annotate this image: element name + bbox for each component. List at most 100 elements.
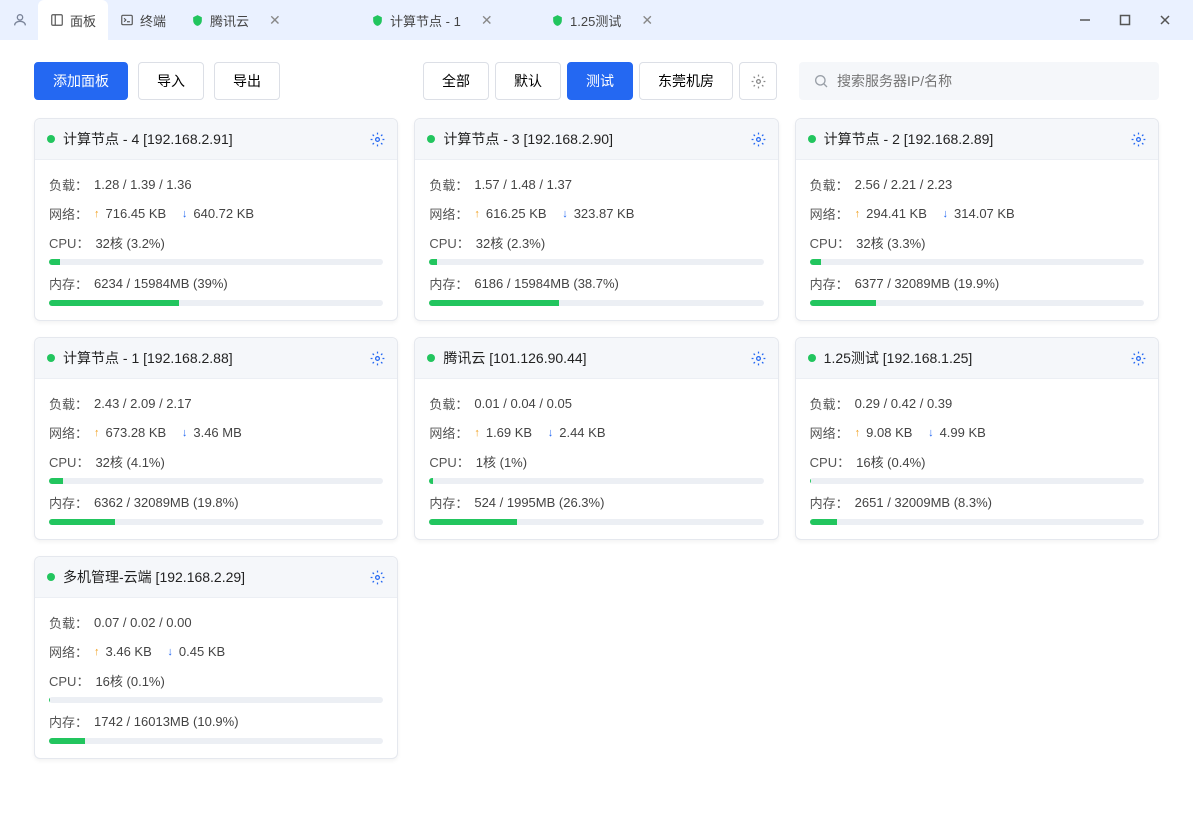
net-up: 673.28 KB — [106, 425, 167, 440]
close-button[interactable] — [1157, 12, 1173, 28]
server-card[interactable]: 计算节点 - 3 [192.168.2.90]负载：1.57 / 1.48 / … — [414, 118, 778, 321]
gear-icon[interactable] — [1131, 132, 1146, 147]
export-button[interactable]: 导出 — [214, 62, 280, 100]
filter-dongguan[interactable]: 东莞机房 — [639, 62, 733, 100]
server-grid: 计算节点 - 4 [192.168.2.91] 负载：1.28 / 1.39 / … — [0, 118, 1193, 793]
terminal-icon — [120, 13, 134, 27]
cpu-value: 32核 (3.3%) — [856, 233, 925, 252]
user-icon[interactable] — [12, 12, 28, 28]
gear-icon[interactable] — [751, 351, 766, 366]
arrow-up-icon: ↑ — [94, 208, 100, 220]
mem-row: 内存：6377 / 32089MB (19.9%) — [810, 269, 1144, 298]
tab-1[interactable]: 终端 — [108, 0, 178, 40]
server-card[interactable]: 计算节点 - 2 [192.168.2.89]负载：2.56 / 2.21 / … — [795, 118, 1159, 321]
server-name: 1.25测试 [192.168.1.25] — [824, 348, 1123, 368]
load-value: 1.57 / 1.48 / 1.37 — [474, 177, 572, 192]
arrow-up-icon: ↑ — [94, 646, 100, 658]
close-icon[interactable]: ✕ — [641, 13, 653, 27]
search-icon — [813, 73, 829, 89]
load-row: 负载：2.43 / 2.09 / 2.17 — [49, 389, 383, 418]
load-value: 2.43 / 2.09 / 2.17 — [94, 396, 192, 411]
cpu-value: 32核 (3.2%) — [95, 233, 164, 252]
cpu-row: CPU：16核 (0.4%) — [810, 447, 1144, 476]
cpu-bar — [49, 697, 383, 703]
net-row: 网络： ↑ 294.41 KB ↓ 314.07 KB — [810, 199, 1144, 228]
net-down: 0.45 KB — [179, 644, 225, 659]
cpu-value: 16核 (0.1%) — [95, 671, 164, 690]
mem-bar — [810, 300, 1144, 306]
server-name: 计算节点 - 4 [192.168.2.91] — [63, 129, 362, 149]
cpu-row: CPU：16核 (0.1%) — [49, 666, 383, 695]
card-body: 负载：0.01 / 0.04 / 0.05网络： ↑ 1.69 KB ↓ 2.4… — [415, 379, 777, 539]
status-dot — [427, 354, 435, 362]
mem-value: 6377 / 32089MB (19.9%) — [855, 276, 1000, 291]
arrow-down-icon: ↓ — [928, 427, 934, 439]
net-down: 323.87 KB — [574, 206, 635, 221]
filter-default[interactable]: 默认 — [495, 62, 561, 100]
import-button[interactable]: 导入 — [138, 62, 204, 100]
card-header: 计算节点 - 1 [192.168.2.88] — [35, 338, 397, 379]
mem-bar — [429, 519, 763, 525]
mem-value: 6234 / 15984MB (39%) — [94, 276, 228, 291]
maximize-button[interactable] — [1117, 12, 1133, 28]
gear-icon[interactable] — [370, 132, 385, 147]
net-up: 9.08 KB — [866, 425, 912, 440]
server-card[interactable]: 多机管理-云端 [192.168.2.29]负载：0.07 / 0.02 / 0… — [34, 556, 398, 759]
arrow-up-icon: ↑ — [474, 427, 480, 439]
filter-group: 全部 默认 测试 东莞机房 — [423, 62, 777, 100]
net-row: 网络： ↑ 3.46 KB ↓ 0.45 KB — [49, 637, 383, 666]
tab-0[interactable]: 面板 — [38, 0, 108, 40]
panel-icon — [50, 13, 64, 27]
load-row: 负载：1.28 / 1.39 / 1.36 — [49, 170, 383, 199]
tab-4[interactable]: 1.25测试 ✕ — [538, 0, 718, 40]
cpu-row: CPU：1核 (1%) — [429, 447, 763, 476]
search-input[interactable] — [837, 73, 1145, 89]
arrow-down-icon: ↓ — [182, 208, 188, 220]
gear-icon[interactable] — [370, 570, 385, 585]
settings-button[interactable] — [739, 62, 777, 100]
load-value: 0.29 / 0.42 / 0.39 — [855, 396, 953, 411]
search-box[interactable] — [799, 62, 1159, 100]
card-header: 多机管理-云端 [192.168.2.29] — [35, 557, 397, 598]
card-header: 计算节点 - 2 [192.168.2.89] — [796, 119, 1158, 160]
load-value: 1.28 / 1.39 / 1.36 — [94, 177, 192, 192]
cpu-row: CPU：32核 (4.1%) — [49, 447, 383, 476]
server-card[interactable]: 计算节点 - 4 [192.168.2.91] 负载：1.28 / 1.39 / … — [34, 118, 398, 321]
card-body: 负载：1.57 / 1.48 / 1.37网络： ↑ 616.25 KB ↓ 3… — [415, 160, 777, 320]
tab-label: 1.25测试 — [570, 11, 621, 30]
mem-value: 6362 / 32089MB (19.8%) — [94, 495, 239, 510]
server-card[interactable]: 腾讯云 [101.126.90.44] 负载：0.01 / 0.04 / 0.05… — [414, 337, 778, 540]
cpu-row: CPU：32核 (2.3%) — [429, 228, 763, 257]
tab-2[interactable]: 腾讯云✕ — [178, 0, 358, 40]
net-up: 3.46 KB — [106, 644, 152, 659]
close-icon[interactable]: ✕ — [481, 13, 493, 27]
card-header: 计算节点 - 4 [192.168.2.91] — [35, 119, 397, 160]
net-row: 网络： ↑ 616.25 KB ↓ 323.87 KB — [429, 199, 763, 228]
server-icon — [550, 13, 564, 27]
gear-icon[interactable] — [1131, 351, 1146, 366]
net-row: 网络： ↑ 716.45 KB ↓ 640.72 KB — [49, 199, 383, 228]
mem-row: 内存：2651 / 32009MB (8.3%) — [810, 488, 1144, 517]
card-body: 负载：0.29 / 0.42 / 0.39网络： ↑ 9.08 KB ↓ 4.9… — [796, 379, 1158, 539]
server-card[interactable]: 计算节点 - 1 [192.168.2.88] 负载：2.43 / 2.09 / … — [34, 337, 398, 540]
mem-value: 6186 / 15984MB (38.7%) — [474, 276, 619, 291]
cpu-bar — [429, 259, 763, 265]
server-name: 计算节点 - 1 [192.168.2.88] — [63, 348, 362, 368]
filter-all[interactable]: 全部 — [423, 62, 489, 100]
cpu-bar — [49, 478, 383, 484]
toolbar: 添加面板 导入 导出 全部 默认 测试 东莞机房 — [0, 40, 1193, 118]
tab-3[interactable]: 计算节点 - 1✕ — [358, 0, 538, 40]
server-card[interactable]: 1.25测试 [192.168.1.25] 负载：0.29 / 0.42 / 0.… — [795, 337, 1159, 540]
server-name: 计算节点 - 2 [192.168.2.89] — [824, 129, 1123, 149]
gear-icon[interactable] — [370, 351, 385, 366]
status-dot — [47, 354, 55, 362]
status-dot — [427, 135, 435, 143]
minimize-button[interactable] — [1077, 12, 1093, 28]
server-name: 腾讯云 [101.126.90.44] — [443, 348, 742, 368]
add-panel-button[interactable]: 添加面板 — [34, 62, 128, 100]
close-icon[interactable]: ✕ — [269, 13, 281, 27]
net-up: 1.69 KB — [486, 425, 532, 440]
gear-icon[interactable] — [751, 132, 766, 147]
status-dot — [47, 135, 55, 143]
filter-test[interactable]: 测试 — [567, 62, 633, 100]
